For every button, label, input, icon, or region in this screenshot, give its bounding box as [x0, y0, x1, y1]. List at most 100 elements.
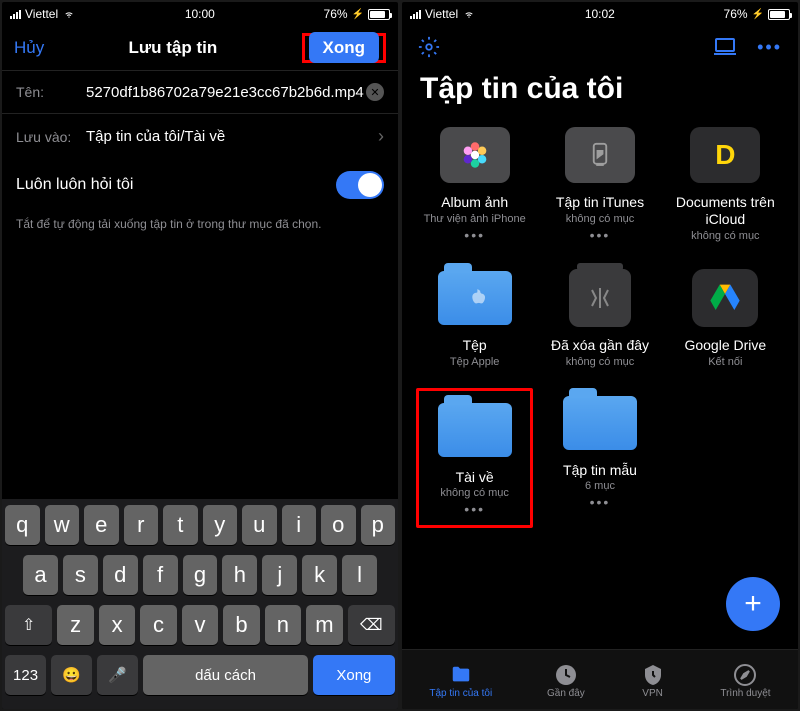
item-subtitle: không có mục: [440, 487, 508, 499]
tab-clock[interactable]: Gần đây: [547, 664, 585, 699]
key-g[interactable]: g: [183, 555, 218, 595]
item-title: Đã xóa gần đây: [551, 337, 649, 354]
item-subtitle: Tệp Apple: [450, 356, 500, 368]
key-x[interactable]: x: [99, 605, 135, 645]
saveto-label: Lưu vào:: [16, 129, 86, 145]
key-i[interactable]: i: [282, 505, 317, 545]
file-item-docs-icloud[interactable]: D Documents trên iCloud không có mục: [667, 120, 784, 246]
file-item-gdrive[interactable]: Google Drive Kết nối: [667, 263, 784, 372]
key-m[interactable]: m: [306, 605, 342, 645]
delete-key[interactable]: ⌫: [348, 605, 395, 645]
grid-cell: Đã xóa gần đây không có mục: [541, 263, 658, 372]
key-o[interactable]: o: [321, 505, 356, 545]
123-key[interactable]: 123: [5, 655, 46, 695]
chevron-right-icon: ›: [378, 126, 384, 147]
tab-folder[interactable]: Tập tin của tôi: [429, 664, 492, 699]
docs-icloud-icon: D: [686, 124, 764, 186]
key-s[interactable]: s: [63, 555, 98, 595]
emoji-key[interactable]: 😀: [51, 655, 92, 695]
tab-bar: Tập tin của tôi Gần đây VPN Trình duyệt: [402, 649, 798, 709]
cancel-button[interactable]: Hủy: [14, 38, 44, 58]
status-time: 10:02: [585, 7, 615, 21]
nav-bar: Hủy Lưu tập tin Xong: [2, 26, 398, 70]
phone-right: Viettel 10:02 76% ⚡ ••• Tập tin của tôi …: [402, 2, 798, 709]
tab-compass[interactable]: Trình duyệt: [720, 664, 770, 699]
mic-key[interactable]: 🎤: [97, 655, 138, 695]
file-item-photos[interactable]: Album ảnh Thư viện ảnh iPhone •••: [416, 120, 533, 247]
key-e[interactable]: e: [84, 505, 119, 545]
item-more-icon[interactable]: •••: [590, 227, 611, 243]
shift-key[interactable]: ⇧: [5, 605, 52, 645]
apple-folder-icon: [436, 267, 514, 329]
file-item-folder[interactable]: Tập tin mẫu 6 mục •••: [541, 388, 658, 515]
more-icon[interactable]: •••: [757, 37, 782, 58]
key-j[interactable]: j: [262, 555, 297, 595]
clear-icon[interactable]: ✕: [366, 83, 384, 101]
key-t[interactable]: t: [163, 505, 198, 545]
item-subtitle: Kết nối: [708, 356, 742, 368]
keyboard-row-1: qwertyuiop: [5, 505, 395, 545]
keyboard-done-key[interactable]: Xong: [313, 655, 395, 695]
key-h[interactable]: h: [222, 555, 257, 595]
item-title: Tập tin iTunes: [556, 194, 644, 211]
filename-row[interactable]: Tên: 5270df1b86702a79e21e3cc67b2b6d.mp4 …: [2, 70, 398, 113]
signal-icon: [10, 9, 21, 19]
saveto-row[interactable]: Lưu vào: Tập tin của tôi/Tài về ›: [2, 113, 398, 159]
always-ask-row: Luôn luôn hỏi tôi: [2, 159, 398, 211]
key-l[interactable]: l: [342, 555, 377, 595]
tab-label: VPN: [642, 688, 663, 699]
key-p[interactable]: p: [361, 505, 396, 545]
item-title: Album ảnh: [441, 194, 508, 211]
key-w[interactable]: w: [45, 505, 80, 545]
item-subtitle: không có mục: [566, 213, 634, 225]
status-bar: Viettel 10:02 76% ⚡: [402, 2, 798, 26]
space-key[interactable]: dấu cách: [143, 655, 307, 695]
item-subtitle: không có mục: [566, 356, 634, 368]
item-more-icon[interactable]: •••: [464, 227, 485, 243]
laptop-icon[interactable]: [713, 37, 737, 57]
wifi-icon: [62, 9, 76, 19]
key-q[interactable]: q: [5, 505, 40, 545]
add-button[interactable]: +: [726, 577, 780, 631]
done-highlight: Xong: [302, 33, 387, 63]
file-item-downloads[interactable]: Tài về không có mục •••: [423, 395, 526, 522]
key-z[interactable]: z: [57, 605, 93, 645]
grid-cell: Tập tin mẫu 6 mục •••: [541, 388, 658, 529]
carrier: Viettel: [425, 7, 458, 21]
item-title: Documents trên iCloud: [669, 194, 782, 228]
item-more-icon[interactable]: •••: [464, 501, 485, 517]
key-r[interactable]: r: [124, 505, 159, 545]
key-u[interactable]: u: [242, 505, 277, 545]
itunes-icon: [561, 124, 639, 186]
file-item-itunes[interactable]: Tập tin iTunes không có mục •••: [541, 120, 658, 247]
always-ask-toggle[interactable]: [336, 171, 384, 199]
photos-icon: [436, 124, 514, 186]
file-item-apple-folder[interactable]: Tệp Tệp Apple: [416, 263, 533, 372]
nav-title: Lưu tập tin: [128, 38, 217, 58]
item-subtitle: Thư viện ảnh iPhone: [424, 213, 526, 225]
key-k[interactable]: k: [302, 555, 337, 595]
key-v[interactable]: v: [182, 605, 218, 645]
item-subtitle: không có mục: [691, 230, 759, 242]
key-d[interactable]: d: [103, 555, 138, 595]
key-c[interactable]: c: [140, 605, 176, 645]
battery-icon: [368, 9, 390, 20]
tab-vpn[interactable]: VPN: [640, 664, 666, 699]
key-n[interactable]: n: [265, 605, 301, 645]
tab-label: Trình duyệt: [720, 688, 770, 699]
item-more-icon[interactable]: •••: [590, 494, 611, 510]
tab-label: Gần đây: [547, 688, 585, 699]
key-y[interactable]: y: [203, 505, 238, 545]
key-b[interactable]: b: [223, 605, 259, 645]
grid-cell: Tệp Tệp Apple: [416, 263, 533, 372]
filename-input[interactable]: 5270df1b86702a79e21e3cc67b2b6d.mp4: [86, 84, 366, 101]
clock-icon: [553, 664, 579, 686]
gear-icon[interactable]: [418, 36, 440, 58]
key-a[interactable]: a: [23, 555, 58, 595]
folder-icon: [448, 664, 474, 686]
item-title: Tài về: [456, 469, 494, 486]
file-item-trash[interactable]: Đã xóa gần đây không có mục: [541, 263, 658, 372]
item-title: Google Drive: [684, 337, 766, 354]
key-f[interactable]: f: [143, 555, 178, 595]
done-button[interactable]: Xong: [309, 32, 380, 63]
